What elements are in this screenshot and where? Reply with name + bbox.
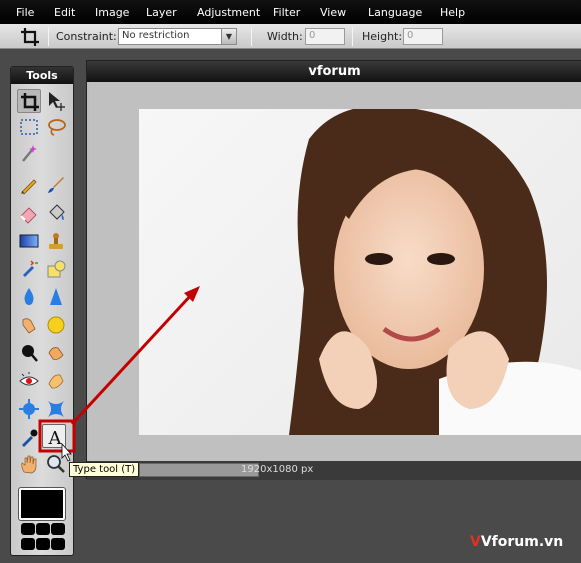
constraint-select[interactable]: No restriction ▼ bbox=[118, 28, 237, 45]
menu-adjustment[interactable]: Adjustment bbox=[197, 6, 260, 19]
color-replace-tool-icon[interactable] bbox=[17, 257, 41, 281]
pencil-tool-icon[interactable] bbox=[17, 173, 41, 197]
menu-layer[interactable]: Layer bbox=[146, 6, 177, 19]
type-tool-icon[interactable]: A bbox=[42, 424, 66, 449]
menu-view[interactable]: View bbox=[320, 6, 346, 19]
separator bbox=[251, 27, 252, 46]
zoom-tool-icon[interactable] bbox=[44, 452, 68, 476]
red-eye-tool-icon[interactable] bbox=[17, 369, 41, 393]
width-label: Width: bbox=[267, 30, 303, 43]
options-bar: Constraint: No restriction ▼ Width: 0 He… bbox=[0, 24, 581, 49]
pinch-tool-icon[interactable] bbox=[44, 397, 68, 421]
watermark-text: Vforum.vn bbox=[480, 534, 564, 550]
spot-heal-tool-icon[interactable] bbox=[44, 369, 68, 393]
smudge-tool-icon[interactable] bbox=[17, 313, 41, 337]
dodge-tool-icon[interactable] bbox=[17, 341, 41, 365]
burn-tool-icon[interactable] bbox=[44, 341, 68, 365]
paint-bucket-tool-icon[interactable] bbox=[44, 201, 68, 225]
crop-icon bbox=[20, 27, 40, 47]
mode-button[interactable] bbox=[36, 523, 50, 535]
svg-text:A: A bbox=[48, 428, 63, 449]
clone-stamp-tool-icon[interactable] bbox=[44, 229, 68, 253]
eraser-tool-icon[interactable] bbox=[17, 201, 41, 225]
photo-canvas[interactable] bbox=[139, 109, 581, 435]
mode-button[interactable] bbox=[21, 538, 35, 550]
tools-panel: Tools A bbox=[10, 66, 74, 556]
watermark-logo-icon: V bbox=[470, 534, 481, 550]
magic-wand-tool-icon[interactable] bbox=[17, 141, 41, 165]
mode-button[interactable] bbox=[51, 523, 65, 535]
lasso-tool-icon[interactable] bbox=[44, 115, 68, 139]
constraint-value: No restriction bbox=[122, 30, 190, 41]
document-title: vforum bbox=[87, 61, 581, 82]
image-size-label: 1920x1080 px bbox=[241, 464, 314, 475]
chevron-down-icon[interactable]: ▼ bbox=[221, 29, 236, 44]
canvas-area[interactable] bbox=[89, 82, 581, 461]
menu-language[interactable]: Language bbox=[368, 6, 422, 19]
menu-edit[interactable]: Edit bbox=[54, 6, 75, 19]
height-label: Height: bbox=[362, 30, 403, 43]
gradient-tool-icon[interactable] bbox=[17, 229, 41, 253]
move-tool-icon[interactable] bbox=[44, 89, 68, 113]
mode-button[interactable] bbox=[21, 523, 35, 535]
menu-bar: File Edit Image Layer Adjustment Filter … bbox=[0, 0, 581, 24]
watermark: VVforum.vn bbox=[470, 534, 563, 550]
document-window: vforum 1920x1080 px bbox=[86, 60, 581, 480]
status-bar: 1920x1080 px bbox=[87, 461, 581, 480]
menu-image[interactable]: Image bbox=[95, 6, 129, 19]
crop-tool-icon[interactable] bbox=[17, 89, 41, 113]
separator bbox=[352, 27, 353, 46]
constraint-label: Constraint: bbox=[56, 30, 117, 43]
separator bbox=[48, 27, 49, 46]
bloat-tool-icon[interactable] bbox=[17, 397, 41, 421]
drawing-tool-icon[interactable] bbox=[44, 257, 68, 281]
color-picker-tool-icon[interactable] bbox=[17, 425, 41, 449]
sponge-tool-icon[interactable] bbox=[44, 313, 68, 337]
menu-file[interactable]: File bbox=[16, 6, 34, 19]
width-field[interactable]: 0 bbox=[305, 28, 345, 45]
tool-tooltip: Type tool (T) bbox=[69, 462, 140, 477]
marquee-tool-icon[interactable] bbox=[17, 115, 41, 139]
foreground-color-swatch[interactable] bbox=[18, 487, 66, 521]
menu-filter[interactable]: Filter bbox=[273, 6, 300, 19]
blur-tool-icon[interactable] bbox=[17, 285, 41, 309]
menu-help[interactable]: Help bbox=[440, 6, 465, 19]
height-field[interactable]: 0 bbox=[403, 28, 443, 45]
mode-button[interactable] bbox=[51, 538, 65, 550]
hand-tool-icon[interactable] bbox=[17, 452, 41, 476]
sharpen-tool-icon[interactable] bbox=[44, 285, 68, 309]
mode-button[interactable] bbox=[36, 538, 50, 550]
brush-tool-icon[interactable] bbox=[44, 173, 68, 197]
tools-title: Tools bbox=[11, 67, 73, 84]
